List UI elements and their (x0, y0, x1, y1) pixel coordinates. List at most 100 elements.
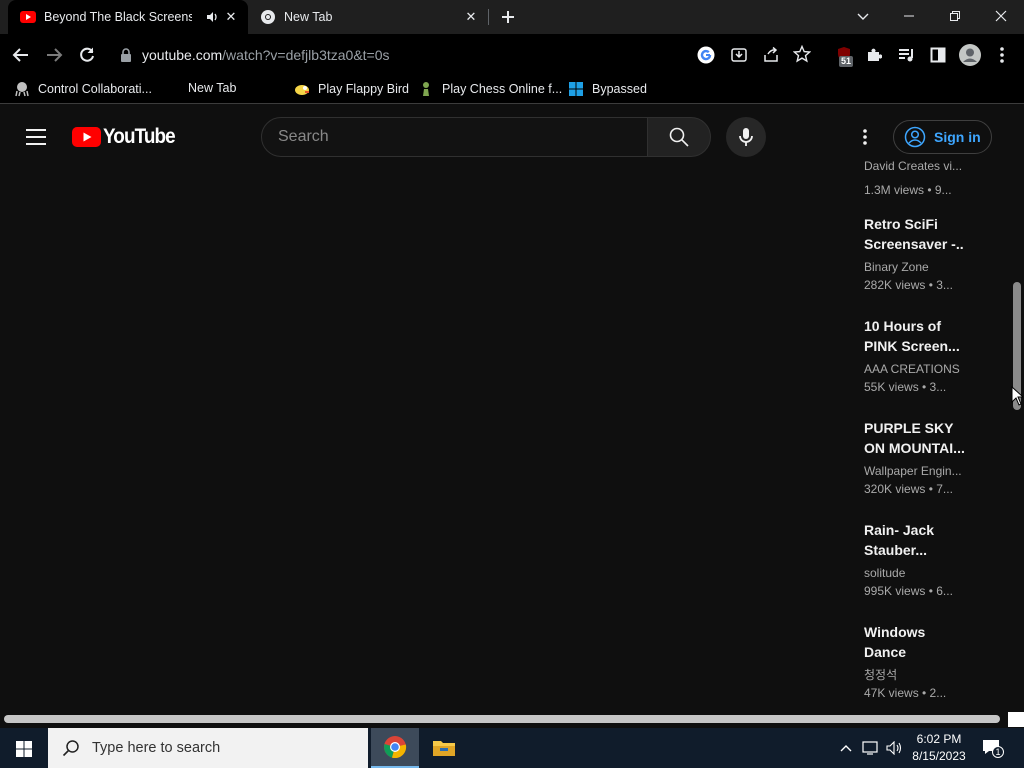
rec-meta: 320K views • 7... (864, 482, 953, 496)
show-hidden-icons-chevron-icon[interactable] (839, 742, 853, 754)
tab-new-tab[interactable]: New Tab ✕ (250, 0, 488, 34)
taskbar-chrome[interactable] (371, 728, 419, 768)
taskbar-clock[interactable]: 6:02 PM 8/15/2023 (906, 731, 972, 765)
bookmark-label: New Tab (188, 81, 237, 95)
rec-title-line: Rain- Jack (864, 522, 935, 538)
minimize-button[interactable] (886, 0, 932, 32)
recommendation-item[interactable]: Rain- Jack Stauber... solitude 995K view… (864, 520, 964, 600)
rec-channel: Binary Zone (864, 260, 929, 274)
extension-badge: 51 (839, 56, 854, 67)
search-icon (669, 127, 689, 147)
restore-button[interactable] (932, 0, 978, 32)
tab-close-icon[interactable]: ✕ (224, 10, 238, 24)
rec-meta: 282K views • 3... (864, 278, 953, 292)
recommendation-item[interactable]: Windows Dance 청정석 47K views • 2... (864, 622, 964, 702)
horizontal-scrollbar[interactable] (0, 711, 1024, 728)
recommendation-item[interactable]: Retro SciFi Screensaver -... Binary Zone… (864, 214, 964, 294)
browser-toolbar: youtube.com/watch?v=defjlb3tza0&t=0s 51 (0, 34, 1024, 76)
rec-channel: 청정석 (864, 668, 898, 682)
rec-title-line: 10 Hours of (864, 318, 942, 334)
youtube-favicon-icon (20, 11, 36, 23)
hamburger-menu-icon[interactable] (26, 129, 46, 145)
tab-strip: Beyond The Black Screens... ✕ New Tab ✕ (0, 0, 1024, 34)
clock-time: 6:02 PM (916, 732, 962, 746)
recommendations-list: David Creates vi... 1.3M views • 9... Re… (864, 155, 964, 710)
mouse-cursor-icon (1011, 386, 1023, 406)
bookmark-label: Play Chess Online f... (442, 82, 563, 96)
tab-title: Beyond The Black Screens... (44, 10, 192, 24)
youtube-logo[interactable]: YouTube (72, 125, 183, 148)
notification-count: 1 (992, 746, 1004, 758)
network-icon[interactable] (862, 741, 880, 755)
bookmark-bypassed[interactable]: Bypassed (568, 81, 647, 97)
taskbar-file-explorer[interactable] (420, 728, 468, 768)
profile-avatar-icon[interactable] (959, 44, 981, 66)
address-bar[interactable]: youtube.com/watch?v=defjlb3tza0&t=0s (108, 39, 688, 71)
bookmarks-bar: Control Collaborati... New Tab Play Flap… (0, 76, 1024, 104)
rec-title-line: PINK Screen... (864, 338, 960, 354)
install-app-icon[interactable] (730, 46, 748, 64)
account-circle-icon (904, 126, 926, 148)
side-panel-icon[interactable] (930, 47, 946, 63)
sign-in-label: Sign in (934, 129, 981, 145)
tab-search-chevron-icon[interactable] (856, 9, 870, 23)
minimize-icon (904, 15, 914, 17)
bookmark-control-collaboration[interactable]: Control Collaborati... (14, 81, 152, 97)
rec-title-line: Stauber... (864, 542, 928, 558)
google-icon[interactable] (697, 46, 715, 64)
search-button[interactable] (647, 117, 711, 157)
bookmark-chess[interactable]: Play Chess Online f... (418, 81, 562, 97)
sign-in-button[interactable]: Sign in (893, 120, 992, 154)
start-windows-icon[interactable] (16, 741, 32, 757)
rec-channel: AAA CREATIONS (864, 362, 960, 376)
recommendation-item[interactable]: David Creates vi... 1.3M views • 9... (864, 157, 964, 199)
speaker-icon[interactable] (206, 10, 220, 24)
new-tab-icon[interactable] (500, 9, 516, 25)
tab-title: New Tab (284, 10, 333, 24)
rec-channel: solitude (864, 566, 906, 580)
share-icon[interactable] (762, 46, 780, 64)
youtube-logo-text: YouTube (103, 125, 176, 148)
taskbar-search-input[interactable] (92, 740, 352, 756)
rec-channel: Wallpaper Engin... (864, 464, 962, 478)
voice-search-button[interactable] (726, 117, 766, 157)
search-box[interactable] (261, 117, 648, 157)
close-window-button[interactable] (978, 0, 1024, 32)
clock-date: 8/15/2023 (912, 749, 966, 763)
rec-title-line: Windows (864, 624, 926, 640)
chrome-favicon-icon (261, 10, 275, 24)
ublock-extension[interactable]: 51 (836, 46, 856, 70)
horizontal-scroll-thumb[interactable] (4, 715, 1000, 723)
vertical-scrollbar[interactable] (1010, 167, 1024, 710)
scrollbar-corner (1008, 712, 1024, 727)
recommendation-item[interactable]: PURPLE SKY ON MOUNTAI... Wallpaper Engin… (864, 418, 964, 498)
chess-pawn-icon (423, 82, 429, 96)
windows-taskbar: 6:02 PM 8/15/2023 1 (0, 728, 1024, 768)
lock-icon[interactable] (120, 48, 132, 62)
flappy-bird-icon (295, 85, 309, 95)
bookmark-label: Bypassed (592, 82, 647, 96)
tab-youtube[interactable]: Beyond The Black Screens... ✕ (8, 0, 248, 34)
forward-icon[interactable] (45, 46, 63, 64)
volume-icon[interactable] (886, 741, 904, 755)
browser-menu-icon[interactable] (998, 46, 1006, 64)
tab-separator (488, 9, 489, 25)
recommendation-item[interactable]: 10 Hours of PINK Screen... AAA CREATIONS… (864, 316, 964, 396)
search-input[interactable] (278, 127, 628, 147)
media-queue-icon[interactable] (898, 47, 915, 63)
settings-menu-icon[interactable] (861, 128, 869, 146)
reload-icon[interactable] (78, 46, 96, 64)
tab-close-icon[interactable]: ✕ (464, 10, 478, 24)
action-center-button[interactable]: 1 (982, 738, 1006, 760)
url-text: youtube.com/watch?v=defjlb3tza0&t=0s (142, 47, 390, 63)
bookmark-flappy-bird[interactable]: Play Flappy Bird (294, 81, 409, 97)
back-icon[interactable] (12, 46, 30, 64)
taskbar-search-box[interactable] (48, 728, 368, 768)
bookmark-star-icon[interactable] (793, 45, 811, 63)
restore-icon (950, 11, 960, 21)
rec-meta: 55K views • 3... (864, 380, 947, 394)
extensions-puzzle-icon[interactable] (866, 47, 882, 63)
url-path: /watch?v=defjlb3tza0&t=0s (222, 47, 390, 63)
bookmark-new-tab[interactable]: New Tab (188, 81, 236, 95)
microphone-icon (739, 128, 753, 146)
